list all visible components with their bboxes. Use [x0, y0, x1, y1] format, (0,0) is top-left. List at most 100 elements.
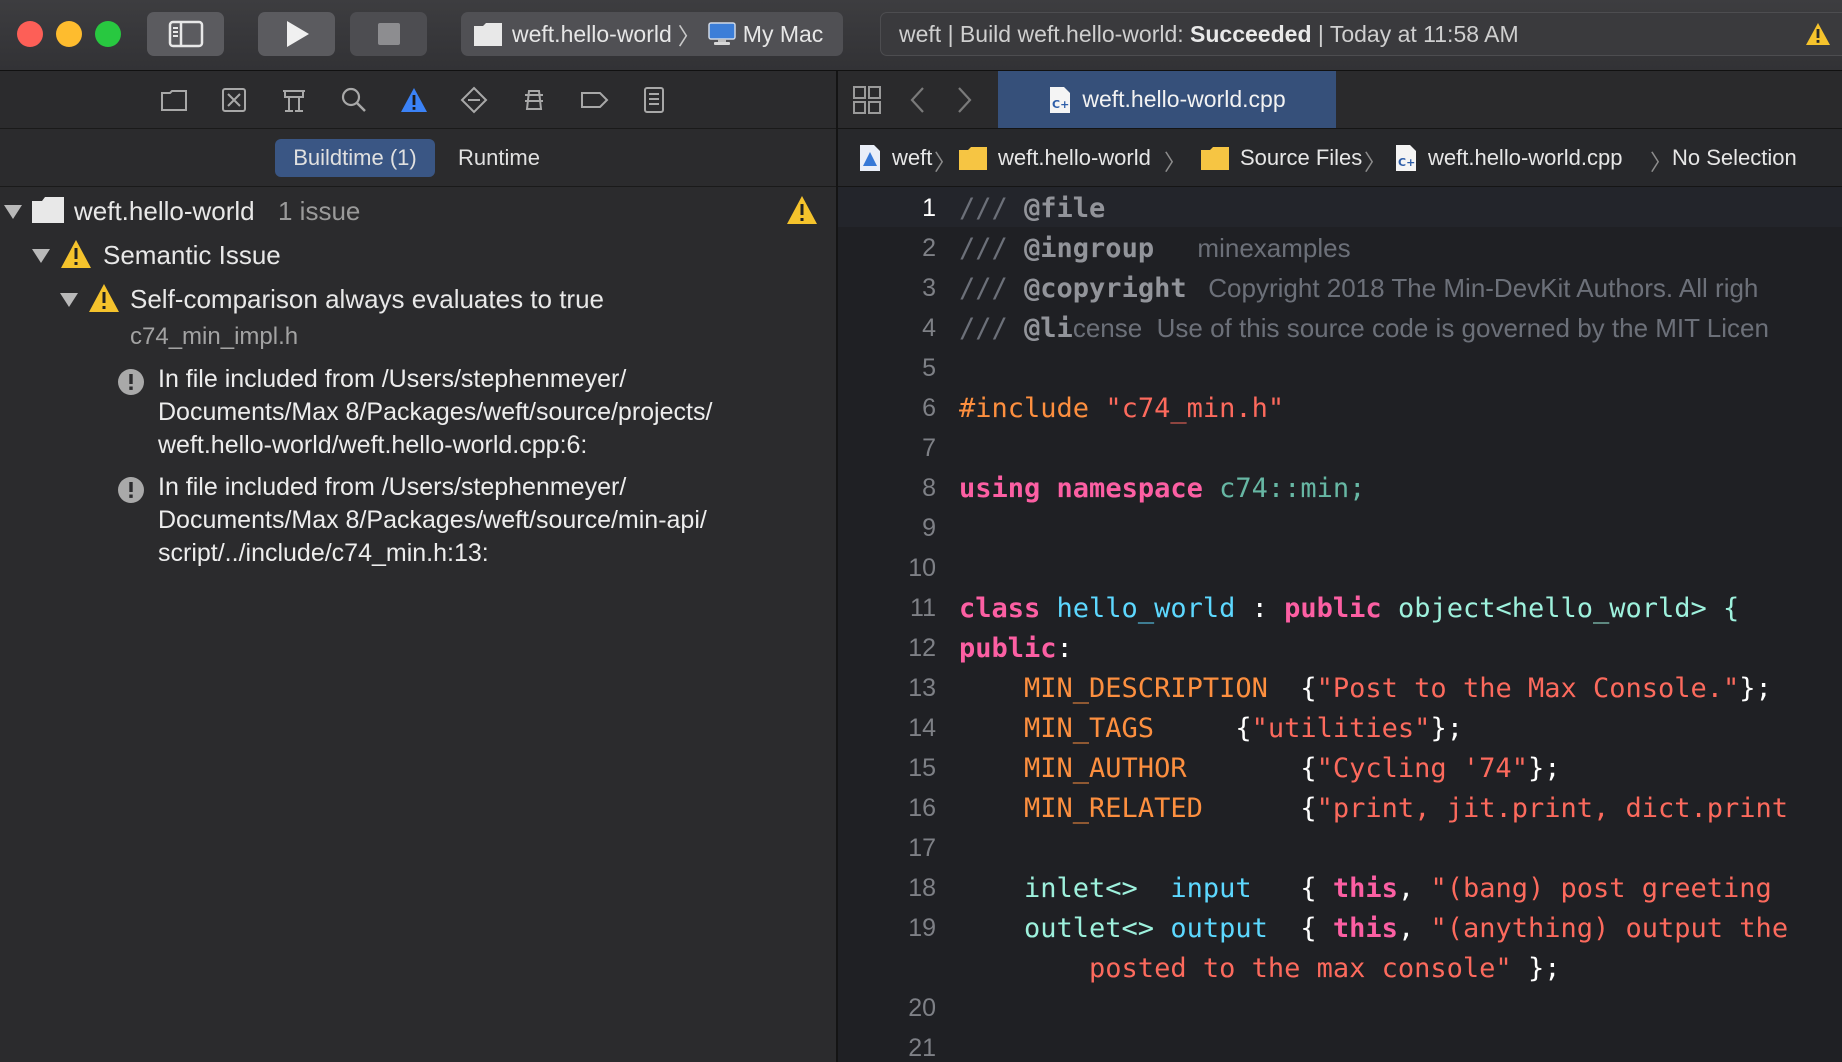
breakpoint-navigator-icon[interactable] [579, 85, 609, 115]
breadcrumb-label: No Selection [1672, 144, 1797, 170]
code-token: this [1332, 913, 1398, 944]
code-token: minexamples [1154, 233, 1351, 263]
line-number: 7 [922, 434, 936, 462]
code-token: MIN_RELATED [959, 793, 1203, 824]
activity-suffix: | Today at 11:58 AM [1311, 20, 1519, 47]
code-token: /// [959, 193, 1025, 224]
jump-bar: weft 〉 weft.hello-world 〉 Source Files 〉… [838, 129, 1842, 187]
related-items-icon[interactable] [852, 85, 882, 115]
line-number: 14 [908, 714, 936, 742]
code-area[interactable]: 1 2 3 4 5 6 7 8 9 10 11 12 13 14 15 16 1… [838, 187, 1842, 1062]
editor-tab[interactable]: C+ weft.hello-world.cpp [998, 71, 1336, 128]
code-line: /// @copyright Copyright 2018 The Min-De… [959, 273, 1758, 304]
buildtime-scope-button[interactable]: Buildtime (1) [275, 139, 435, 177]
code-token: @copyright [1024, 273, 1187, 304]
code-token: { [1186, 753, 1317, 784]
code-token: class [959, 593, 1041, 624]
breadcrumb-separator-icon: 〉 [1650, 150, 1673, 175]
issue-group-name: Semantic Issue [103, 240, 281, 270]
issue-project-row[interactable]: weft.hello-world 1 issue [0, 189, 836, 231]
sidebar-icon [168, 20, 203, 48]
breadcrumb-project[interactable]: weft [858, 129, 932, 186]
breadcrumb-separator-icon: 〉 [934, 150, 957, 175]
line-number: 1 [922, 194, 936, 222]
forward-chevron-icon[interactable] [954, 85, 974, 115]
code-token: @li [1024, 313, 1073, 344]
breadcrumb-group[interactable]: weft.hello-world [958, 129, 1151, 186]
issue-navigator-icon[interactable] [399, 85, 429, 115]
search-icon[interactable] [339, 85, 369, 115]
report-navigator-icon[interactable] [639, 85, 669, 115]
code-line: using namespace c74::min; [959, 473, 1365, 504]
breadcrumb-separator-icon: 〉 [1164, 150, 1187, 175]
folder-icon [959, 146, 987, 170]
code-token: inlet<> [959, 873, 1138, 904]
line-number: 21 [908, 1034, 936, 1062]
code-token: cense Use of this source code is governe… [1072, 313, 1769, 343]
source-control-icon[interactable] [219, 85, 249, 115]
code-token: using [959, 473, 1041, 504]
disclosure-triangle-icon[interactable] [60, 293, 78, 307]
code-token: { [1154, 713, 1252, 744]
code-token: object<hello_world> { [1381, 593, 1740, 624]
breadcrumb-file[interactable]: C+ weft.hello-world.cpp [1394, 129, 1622, 186]
folder-icon[interactable] [159, 85, 189, 115]
code-line: posted to the max console" }; [959, 953, 1560, 984]
code-line: /// @license Use of this source code is … [959, 313, 1769, 344]
code-token: { [1202, 793, 1317, 824]
code-token: /// [959, 233, 1025, 264]
run-button[interactable] [258, 12, 335, 56]
issue-note-text: In file included from /Users/stephenmeye… [158, 365, 713, 459]
note-info-icon [118, 477, 144, 503]
stop-button[interactable] [350, 12, 427, 56]
code-token: posted to the max console" [959, 953, 1512, 984]
breadcrumb-label: weft.hello-world.cpp [1428, 144, 1623, 170]
back-chevron-icon[interactable] [908, 85, 928, 115]
line-number: 6 [922, 394, 936, 422]
note-info-icon [118, 369, 144, 395]
code-token: "(anything) output the [1430, 913, 1789, 944]
code-token: "print, jit.print, dict.print [1316, 793, 1789, 824]
cpp-file-icon: C+ [1396, 144, 1416, 171]
issue-note-row[interactable]: In file included from /Users/stephenmeye… [0, 471, 836, 575]
line-number: 8 [922, 474, 936, 502]
test-navigator-icon[interactable] [459, 85, 489, 115]
disclosure-triangle-icon[interactable] [32, 249, 50, 263]
debug-navigator-icon[interactable] [519, 85, 549, 115]
code-line: outlet<> output { this, "(anything) outp… [959, 913, 1788, 944]
zoom-window-button[interactable] [95, 21, 121, 47]
line-number: 10 [908, 554, 936, 582]
runtime-scope-button[interactable]: Runtime [446, 139, 552, 177]
issue-title: Self-comparison always evaluates to true [130, 284, 605, 314]
code-line: MIN_TAGS {"utilities"}; [959, 713, 1463, 744]
code-line: MIN_RELATED {"print, jit.print, dict.pri… [959, 793, 1788, 824]
code-line: #include "c74_min.h" [959, 393, 1284, 424]
issue-group-row[interactable]: Semantic Issue [0, 233, 836, 275]
code-token: input [1137, 873, 1252, 904]
breadcrumb-folder[interactable]: Source Files [1200, 129, 1362, 186]
toggle-navigator-button[interactable] [147, 12, 224, 56]
project-icon [32, 197, 64, 223]
issue-note-row[interactable]: In file included from /Users/stephenmeye… [0, 363, 836, 467]
activity-prefix: weft | Build weft.hello-world: [899, 20, 1191, 47]
close-window-button[interactable] [17, 21, 43, 47]
code-line: MIN_AUTHOR {"Cycling '74"}; [959, 753, 1560, 784]
scheme-selector[interactable]: weft.hello-world 〉 My Mac [461, 12, 843, 56]
issue-row[interactable]: Self-comparison always evaluates to true… [0, 277, 836, 351]
code-token: hello_world [1040, 593, 1236, 624]
disclosure-triangle-icon[interactable] [4, 205, 22, 219]
line-number: 2 [922, 234, 936, 262]
code-token: "(bang) post greeting [1430, 873, 1772, 904]
line-number: 5 [922, 354, 936, 382]
line-number: 18 [908, 874, 936, 902]
code-token: { [1267, 673, 1317, 704]
code-token: output [1154, 913, 1268, 944]
warning-icon[interactable] [1805, 22, 1831, 46]
minimize-window-button[interactable] [56, 21, 82, 47]
issue-navigator-panel: Buildtime (1) Runtime weft.hello-world 1… [0, 71, 838, 1062]
code-token: "utilities" [1251, 713, 1431, 744]
symbol-navigator-icon[interactable] [279, 85, 309, 115]
code-token: "Post to the Max Console." [1316, 673, 1740, 704]
code-token: }; [1511, 953, 1561, 984]
breadcrumb-selection[interactable]: No Selection [1672, 129, 1797, 186]
